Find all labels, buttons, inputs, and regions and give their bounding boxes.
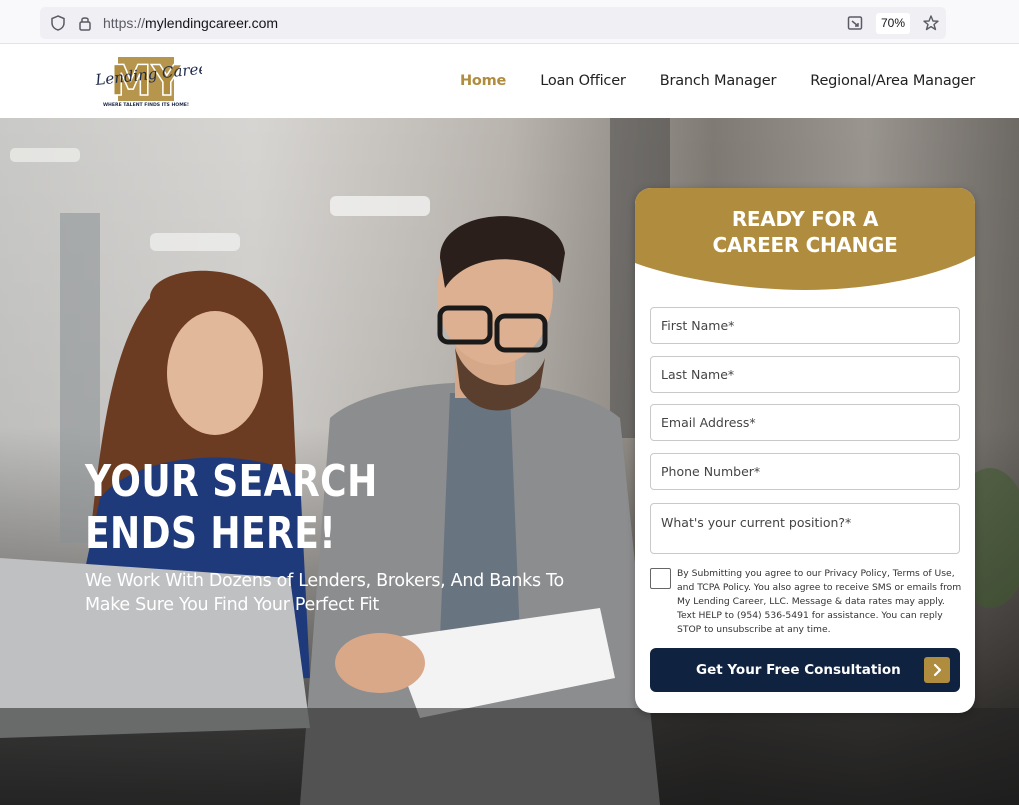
form-title-line2: CAREER CHANGE: [712, 233, 898, 257]
form-title: READY FOR A CAREER CHANGE: [635, 206, 975, 258]
last-name-input[interactable]: [650, 356, 960, 393]
star-icon[interactable]: [922, 14, 940, 32]
form-header: READY FOR A CAREER CHANGE: [635, 188, 975, 298]
consent-checkbox[interactable]: [650, 568, 671, 589]
lock-icon[interactable]: [76, 14, 94, 32]
site-logo[interactable]: MY Lending Career WHERE TALENT FINDS ITS…: [92, 51, 216, 113]
address-bar[interactable]: https://mylendingcareer.com 70%: [40, 7, 946, 39]
site-header: MY Lending Career WHERE TALENT FINDS ITS…: [0, 45, 1019, 118]
browser-toolbar: https://mylendingcareer.com 70%: [0, 0, 1019, 44]
nav-home[interactable]: Home: [460, 73, 506, 89]
consent-text: By Submitting you agree to our Privacy P…: [677, 568, 962, 635]
submit-button[interactable]: Get Your Free Consultation: [650, 648, 960, 692]
main-nav: Home Loan Officer Branch Manager Regiona…: [460, 73, 975, 89]
nav-loan-officer[interactable]: Loan Officer: [540, 73, 626, 89]
email-input[interactable]: [650, 404, 960, 441]
current-position-input[interactable]: [650, 503, 960, 554]
zoom-level[interactable]: 70%: [876, 13, 910, 34]
form-title-line1: READY FOR A: [731, 207, 879, 231]
reader-icon[interactable]: [846, 14, 864, 32]
nav-regional-area-manager[interactable]: Regional/Area Manager: [810, 73, 975, 89]
first-name-input[interactable]: [650, 307, 960, 344]
chevron-right-icon: [924, 657, 950, 683]
logo-tagline: WHERE TALENT FINDS ITS HOME!: [103, 102, 189, 108]
lead-form-card: READY FOR A CAREER CHANGE By Submitting …: [635, 188, 975, 713]
submit-label: Get Your Free Consultation: [696, 662, 901, 678]
hero-title: YOUR SEARCH ENDS HERE!: [85, 456, 378, 559]
shield-icon[interactable]: [49, 14, 67, 32]
nav-branch-manager[interactable]: Branch Manager: [660, 73, 777, 89]
url-text[interactable]: https://mylendingcareer.com: [103, 15, 278, 31]
hero-subtitle: We Work With Dozens of Lenders, Brokers,…: [85, 571, 564, 615]
phone-input[interactable]: [650, 453, 960, 490]
